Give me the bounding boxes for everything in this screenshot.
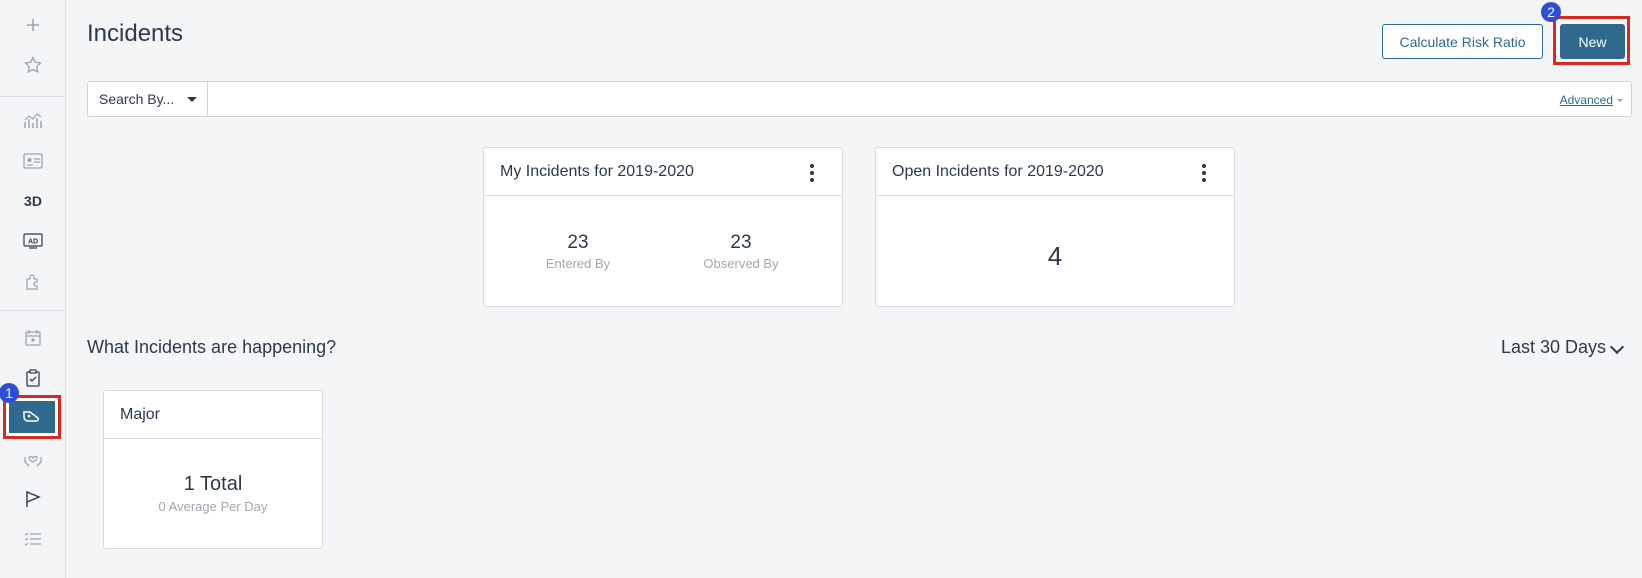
observed-by-value: 23 [730,232,752,253]
card-title: My Incidents for 2019-2020 [500,162,694,180]
open-incidents-value[interactable]: 4 [876,241,1234,272]
annotation-badge-2: 2 [1541,2,1561,22]
incidents-nav-item-inner[interactable] [9,401,55,433]
search-by-label: Search By... [99,91,175,107]
star-icon[interactable] [20,52,46,78]
open-incidents-card: Open Incidents for 2019-2020 4 [875,147,1235,307]
search-input[interactable]: Advanced [207,81,1632,117]
new-button-highlight: New [1553,16,1630,65]
major-stat: 1 Total 0 Average Per Day [104,473,322,514]
card-title: Major [120,405,161,423]
clipboard-icon[interactable] [20,365,46,391]
search-by-dropdown[interactable]: Search By... [87,81,208,117]
major-incidents-card[interactable]: Major 1 Total 0 Average Per Day [103,390,323,549]
svg-text:AD: AD [28,239,38,246]
ad-icon[interactable]: AD [20,228,46,254]
sidebar: 3D AD 1 [0,0,66,578]
observed-by-label: Observed By [703,256,779,271]
puzzle-icon[interactable] [20,268,46,294]
my-incidents-card: My Incidents for 2019-2020 23 Entered By… [483,147,843,307]
chevron-down-icon[interactable] [1609,339,1625,355]
chart-icon[interactable] [20,108,46,134]
observed-by-stat[interactable]: 23 Observed By [671,232,811,271]
sidebar-divider [0,310,66,311]
sidebar-divider [0,96,66,97]
hands-heart-icon[interactable] [20,447,46,473]
major-average: 0 Average Per Day [158,499,268,514]
3d-icon[interactable]: 3D [20,188,46,214]
section-title: What Incidents are happening? [87,337,337,357]
card-title: Open Incidents for 2019-2020 [892,162,1104,180]
more-options-icon[interactable] [810,164,814,182]
date-range-dropdown[interactable]: Last 30 Days [1501,337,1606,358]
more-options-icon[interactable] [1202,164,1206,182]
list-icon[interactable] [20,526,46,552]
card-header: My Incidents for 2019-2020 [484,148,842,196]
advanced-search-link[interactable]: Advanced [1560,93,1613,107]
annotation-badge-1: 1 [0,383,19,403]
id-card-icon[interactable] [20,148,46,174]
major-total: 1 Total [183,473,243,495]
entered-by-label: Entered By [545,256,611,271]
entered-by-value: 23 [567,232,589,253]
calculate-risk-ratio-button[interactable]: Calculate Risk Ratio [1382,24,1543,59]
page-title: Incidents [87,20,184,47]
card-header: Major [104,391,322,439]
incidents-icon [23,411,40,422]
calendar-icon[interactable] [20,325,46,351]
search-bar: Search By... Advanced [87,81,1632,117]
new-button[interactable]: New [1560,24,1625,59]
caret-down-icon [1617,99,1623,102]
caret-down-icon [187,97,197,102]
flag-icon[interactable] [20,486,46,512]
entered-by-stat[interactable]: 23 Entered By [508,232,648,271]
card-header: Open Incidents for 2019-2020 [876,148,1234,196]
plus-icon[interactable] [20,12,46,38]
